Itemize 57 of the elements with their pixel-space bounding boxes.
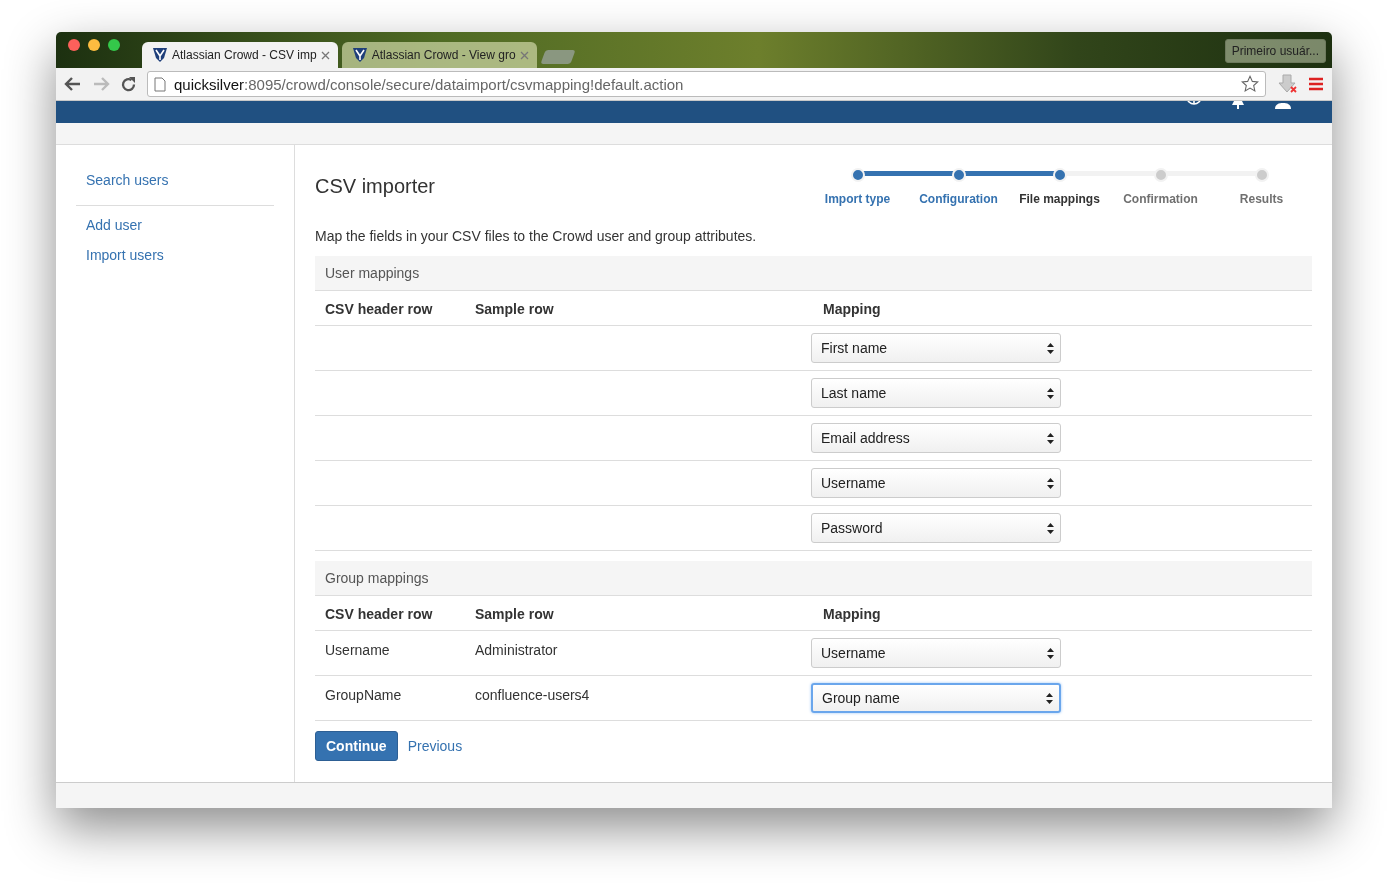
back-icon[interactable]	[64, 75, 82, 92]
browser-tab[interactable]: Atlassian Crowd - CSV imp	[142, 42, 338, 68]
bookmark-star-icon[interactable]	[1241, 75, 1259, 93]
column-header: CSV header row	[324, 300, 434, 318]
page-icon	[154, 76, 166, 92]
reload-icon[interactable]	[120, 75, 137, 93]
mapping-dropdown[interactable]: Last name	[811, 378, 1061, 408]
dropdown-arrows-icon	[1047, 647, 1054, 659]
section-header: Group mappings	[315, 561, 1312, 596]
tab-title: Atlassian Crowd - View gro	[371, 48, 516, 62]
sidebar-link[interactable]: Import users	[86, 240, 164, 270]
column-header: Sample row	[474, 605, 555, 623]
dropdown-arrows-icon	[1047, 387, 1054, 399]
browser-tab[interactable]: Atlassian Crowd - View gro	[341, 42, 537, 68]
download-blocked-icon[interactable]	[1276, 74, 1298, 94]
menu-icon[interactable]	[1308, 77, 1324, 91]
progress-step-label: Confirmation	[1123, 192, 1198, 206]
tab-title: Atlassian Crowd - CSV imp	[172, 48, 317, 62]
address-bar[interactable]: quicksilver:8095/crowd/console/secure/dataimport/csvmapping!default.action	[147, 71, 1266, 97]
dropdown-arrows-icon	[1047, 432, 1054, 444]
sidebar-link[interactable]: Search users	[86, 165, 169, 195]
progress-step-label: Configuration	[919, 192, 998, 206]
close-tab-icon[interactable]	[320, 50, 330, 60]
close-window-button[interactable]	[68, 39, 80, 51]
minimize-window-button[interactable]	[88, 39, 100, 51]
description-text: Map the fields in your CSV files to the Crowd user and group attributes.	[315, 228, 758, 244]
progress-step-label: Import type	[824, 192, 891, 206]
table-cell-text: Administrator	[474, 641, 559, 659]
column-header: Mapping	[822, 300, 882, 318]
column-header: CSV header row	[324, 605, 434, 623]
progress-step-label: Results	[1239, 192, 1284, 206]
profile-button[interactable]: Primeiro usuár...	[1224, 39, 1326, 63]
mapping-dropdown[interactable]: Password	[811, 513, 1061, 543]
mapping-dropdown[interactable]: Group name	[811, 683, 1061, 713]
table-cell-text: GroupName	[324, 686, 403, 704]
page-title: CSV importer	[315, 175, 436, 198]
dropdown-arrows-icon	[1047, 522, 1054, 534]
section-header: User mappings	[315, 256, 1312, 291]
table-cell-text: Username	[324, 641, 391, 659]
continue-button[interactable]: Continue	[315, 731, 398, 761]
sidebar-link[interactable]: Add user	[86, 210, 143, 240]
dropdown-arrows-icon	[1047, 477, 1054, 489]
crowd-logo-icon	[351, 47, 368, 63]
zoom-window-button[interactable]	[108, 39, 120, 51]
table-cell-text: confluence-users4	[474, 686, 591, 704]
url-text: quicksilver:8095/crowd/console/secure/dataimport/csvmapping!default.action	[174, 75, 685, 93]
mapping-dropdown[interactable]: Username	[811, 468, 1061, 498]
mapping-dropdown[interactable]: First name	[811, 333, 1061, 363]
dropdown-arrows-icon	[1047, 342, 1054, 354]
column-header: Mapping	[822, 605, 882, 623]
column-header: Sample row	[474, 300, 555, 318]
dropdown-arrows-icon	[1046, 692, 1053, 704]
mapping-dropdown[interactable]: Email address	[811, 423, 1061, 453]
mapping-dropdown[interactable]: Username	[811, 638, 1061, 668]
previous-link[interactable]: Previous	[407, 738, 463, 754]
progress-step-label: File mappings	[1019, 192, 1100, 206]
crowd-logo-icon	[152, 47, 168, 63]
